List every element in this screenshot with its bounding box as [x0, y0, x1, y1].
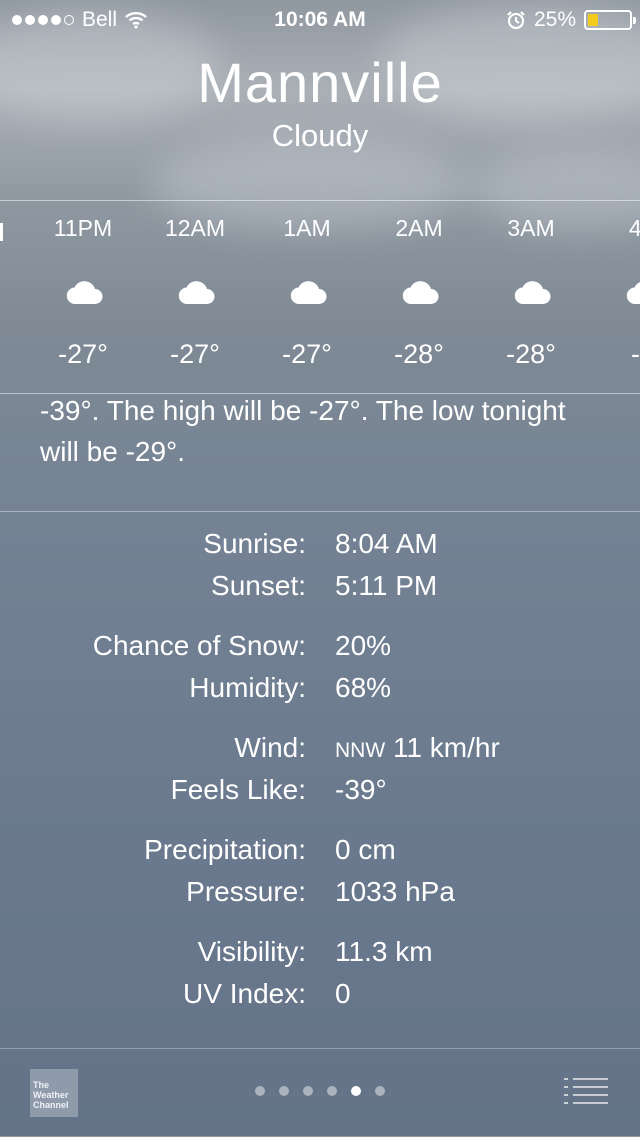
hour-temperature: -28°	[394, 339, 444, 369]
detail-label: Wind:	[234, 732, 306, 763]
detail-label: Sunrise:	[203, 528, 306, 559]
page-dot[interactable]	[255, 1086, 265, 1096]
page-indicator[interactable]	[255, 1086, 385, 1096]
detail-value: NNW 11 km/hr	[335, 732, 500, 764]
battery-level	[588, 14, 598, 26]
detail-label: Sunset:	[211, 570, 306, 601]
logo-line: Weather	[33, 1090, 69, 1100]
battery-percent: 25%	[533, 8, 576, 31]
cloud-icon	[289, 277, 327, 305]
detail-pressure: Pressure: 1033 hPa	[0, 876, 640, 918]
detail-chance-of-snow: Chance of Snow: 20%	[0, 630, 640, 672]
battery-nub	[633, 17, 636, 24]
hour-time: 11PM	[53, 215, 113, 241]
page-dot[interactable]	[351, 1086, 361, 1096]
hour-temperature: -27°	[282, 339, 332, 369]
cloud-icon	[513, 277, 551, 305]
detail-sunrise: Sunrise: 8:04 AM	[0, 528, 640, 570]
detail-precipitation: Precipitation: 0 cm	[0, 834, 640, 876]
detail-value: 11.3 km	[335, 936, 433, 967]
cloud-icon	[625, 277, 640, 305]
hourly-forecast[interactable]: 11PM -27° 12AM -27° 1AM -27° 2AM -28° 3AM -28° 4A -…	[0, 200, 640, 394]
hour-time: 3AM	[507, 215, 555, 241]
detail-value: 8:04 AM	[335, 528, 438, 559]
divider	[0, 511, 640, 512]
logo-line: Channel	[33, 1100, 69, 1110]
detail-uv-index: UV Index: 0	[0, 978, 640, 1020]
detail-label: UV Index:	[183, 978, 306, 1009]
page-dot[interactable]	[279, 1086, 289, 1096]
detail-value: 5:11 PM	[335, 570, 438, 601]
cloud-icon	[177, 277, 215, 305]
city-name: Mannville	[197, 51, 443, 114]
battery-icon	[584, 10, 636, 30]
current-condition: Cloudy	[271, 118, 369, 153]
detail-visibility: Visibility: 11.3 km	[0, 936, 640, 978]
logo-line: The	[33, 1080, 50, 1090]
detail-value: 20%	[335, 630, 392, 661]
cloud-icon	[401, 277, 439, 305]
detail-wind: Wind: NNW 11 km/hr	[0, 732, 640, 774]
bottom-toolbar: The Weather Channel	[0, 1048, 640, 1137]
detail-value: 0	[335, 978, 351, 1009]
wind-speed: 11 km/hr	[392, 732, 500, 763]
hour-time: 2AM	[395, 215, 443, 241]
page-dot[interactable]	[303, 1086, 313, 1096]
hour-temperature: -2	[630, 339, 640, 369]
forecast-summary: Today: Cloudy conditions with a wind chi…	[40, 395, 566, 467]
hour-temperature: -27°	[58, 339, 108, 369]
page-dot[interactable]	[327, 1086, 337, 1096]
city-list-icon[interactable]	[564, 1077, 608, 1107]
detail-label: Feels Like:	[170, 774, 306, 805]
alarm-clock-icon	[507, 11, 525, 30]
detail-value: -39°	[335, 774, 387, 805]
detail-label: Precipitation:	[144, 834, 306, 865]
detail-label: Humidity:	[189, 672, 306, 703]
page-dot[interactable]	[375, 1086, 385, 1096]
cloud-icon	[65, 277, 103, 305]
hour-time: 4A	[587, 215, 640, 242]
detail-value: 1033 hPa	[335, 876, 455, 907]
detail-label: Chance of Snow:	[92, 630, 306, 661]
detail-value: 68%	[335, 672, 392, 703]
hour-temperature: -28°	[506, 339, 556, 369]
detail-label: Visibility:	[197, 936, 306, 967]
weather-channel-logo[interactable]: The Weather Channel	[30, 1069, 78, 1117]
detail-feels-like: Feels Like: -39°	[0, 774, 640, 816]
hour-time: 12AM	[164, 215, 226, 241]
hourly-edge-marker	[0, 223, 3, 241]
status-right: 25%	[506, 8, 636, 32]
detail-label: Pressure:	[186, 876, 306, 907]
detail-humidity: Humidity: 68%	[0, 672, 640, 714]
detail-value: 0 cm	[335, 834, 396, 865]
forecast-summary-container: Today: Cloudy conditions with a wind chi…	[0, 393, 640, 511]
hour-temperature: -27°	[170, 339, 220, 369]
detail-sunset: Sunset: 5:11 PM	[0, 570, 640, 612]
hour-time: 1AM	[283, 215, 331, 241]
status-bar: Bell 10:06 AM 25%	[0, 0, 640, 40]
wind-direction: NNW	[335, 739, 386, 762]
